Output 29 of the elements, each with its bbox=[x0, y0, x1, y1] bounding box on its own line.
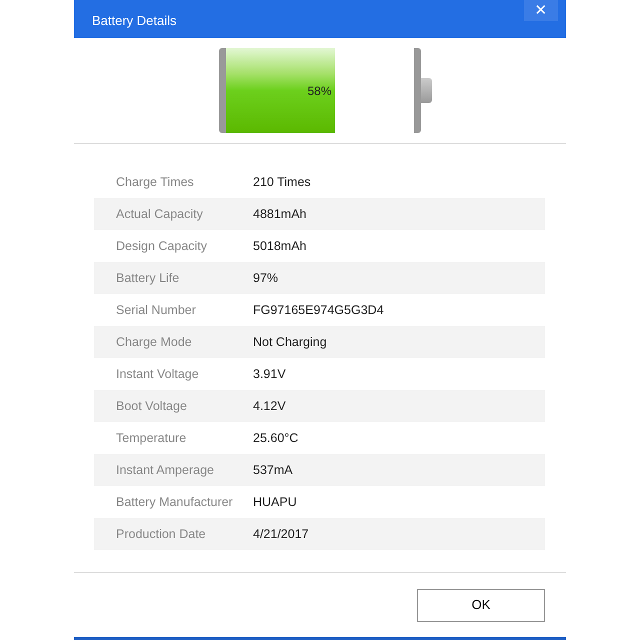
detail-value: 5018mAh bbox=[253, 238, 307, 255]
detail-label: Temperature bbox=[115, 430, 188, 447]
close-button[interactable]: ✕ bbox=[524, 0, 558, 21]
ok-button[interactable]: OK bbox=[417, 588, 545, 622]
detail-value: 4/21/2017 bbox=[253, 526, 309, 543]
detail-label: Instant Amperage bbox=[115, 462, 215, 479]
detail-value: HUAPU bbox=[253, 494, 297, 511]
detail-value: 210 Times bbox=[253, 174, 311, 191]
detail-label: Production Date bbox=[115, 526, 207, 543]
detail-value: 25.60°C bbox=[253, 430, 298, 447]
detail-label: Instant Voltage bbox=[115, 366, 200, 383]
battery-terminal bbox=[420, 78, 432, 103]
detail-value: Not Charging bbox=[253, 334, 327, 351]
detail-label: Charge Mode bbox=[115, 334, 193, 351]
detail-label: Battery Manufacturer bbox=[115, 494, 234, 511]
detail-value: 537mA bbox=[253, 462, 293, 479]
detail-label: Serial Number bbox=[115, 302, 197, 319]
detail-value: FG97165E974G5G3D4 bbox=[253, 302, 384, 319]
battery-percentage: 58% bbox=[307, 82, 332, 100]
detail-label: Actual Capacity bbox=[115, 206, 204, 223]
detail-value: 3.91V bbox=[253, 366, 286, 383]
detail-label: Charge Times bbox=[115, 174, 195, 191]
detail-value: 97% bbox=[253, 270, 278, 287]
detail-value: 4.12V bbox=[253, 398, 286, 415]
detail-value: 4881mAh bbox=[253, 206, 307, 223]
detail-label: Battery Life bbox=[115, 270, 180, 287]
detail-label: Design Capacity bbox=[115, 238, 208, 255]
detail-label: Boot Voltage bbox=[115, 398, 188, 415]
window-title: Battery Details bbox=[92, 12, 177, 30]
